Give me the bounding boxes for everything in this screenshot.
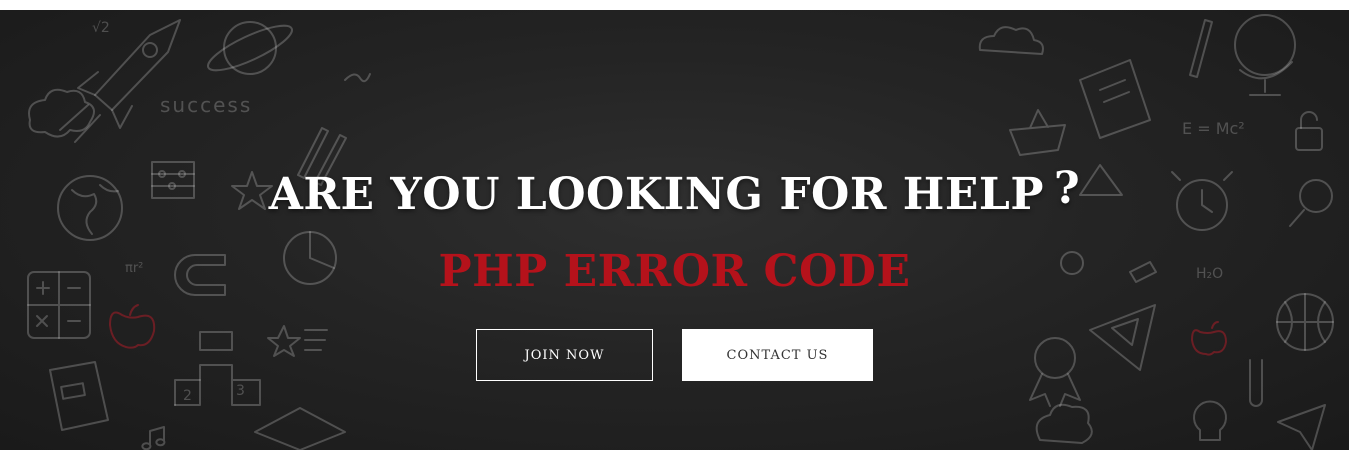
hero-headline: ARE YOU LOOKING FOR HELP? bbox=[0, 163, 1349, 225]
join-now-label: JOIN NOW bbox=[524, 347, 605, 363]
hero-banner: √2 success πr² 2 3 E = Mc² H₂O ARE YOU L… bbox=[0, 10, 1349, 450]
paper-boat-doodle bbox=[1009, 109, 1066, 156]
svg-text:2: 2 bbox=[183, 388, 192, 404]
desk-globe-icon bbox=[1234, 14, 1296, 96]
contact-us-button[interactable]: CONTACT US bbox=[682, 329, 873, 381]
rocket-icon bbox=[59, 19, 181, 143]
hero-subheadline: PHP ERROR CODE bbox=[438, 246, 911, 297]
music-note-doodle bbox=[141, 426, 166, 450]
chalkboard-doodles-background: √2 success πr² 2 3 E = Mc² H₂O bbox=[27, 14, 1334, 450]
pencil-right-icon bbox=[1189, 19, 1213, 78]
podium-icon: 2 3 bbox=[174, 331, 261, 406]
svg-text:3: 3 bbox=[236, 383, 245, 399]
graduation-cap-icon bbox=[254, 407, 346, 450]
question-mark: ? bbox=[1053, 163, 1081, 214]
star-cloud-doodle bbox=[267, 325, 328, 357]
paper-plane-doodle bbox=[1277, 404, 1326, 450]
lock-icon bbox=[1295, 111, 1323, 151]
award-icon bbox=[1029, 337, 1081, 407]
apple-icon bbox=[109, 304, 156, 349]
book-icon bbox=[49, 361, 109, 431]
tree-doodle bbox=[1035, 403, 1093, 444]
notebook-icon bbox=[1079, 59, 1151, 139]
sqrt-doodle-text: √2 bbox=[92, 20, 110, 36]
formula-doodle-text: E = Mc² bbox=[1182, 119, 1245, 138]
apple-right-icon bbox=[1191, 321, 1227, 356]
hero-headline-text: ARE YOU LOOKING FOR HELP bbox=[268, 169, 1044, 220]
basketball-icon bbox=[1276, 293, 1334, 351]
set-square-icon bbox=[1089, 304, 1156, 371]
note-doodle bbox=[344, 73, 371, 83]
test-tube-doodle bbox=[1249, 359, 1263, 407]
planet-icon bbox=[207, 21, 293, 75]
success-doodle-text: success bbox=[160, 93, 252, 117]
contact-us-label: CONTACT US bbox=[726, 347, 829, 363]
cloud-doodle-right bbox=[978, 26, 1044, 55]
join-now-button[interactable]: JOIN NOW bbox=[476, 329, 653, 381]
lightbulb-icon bbox=[1193, 400, 1227, 441]
